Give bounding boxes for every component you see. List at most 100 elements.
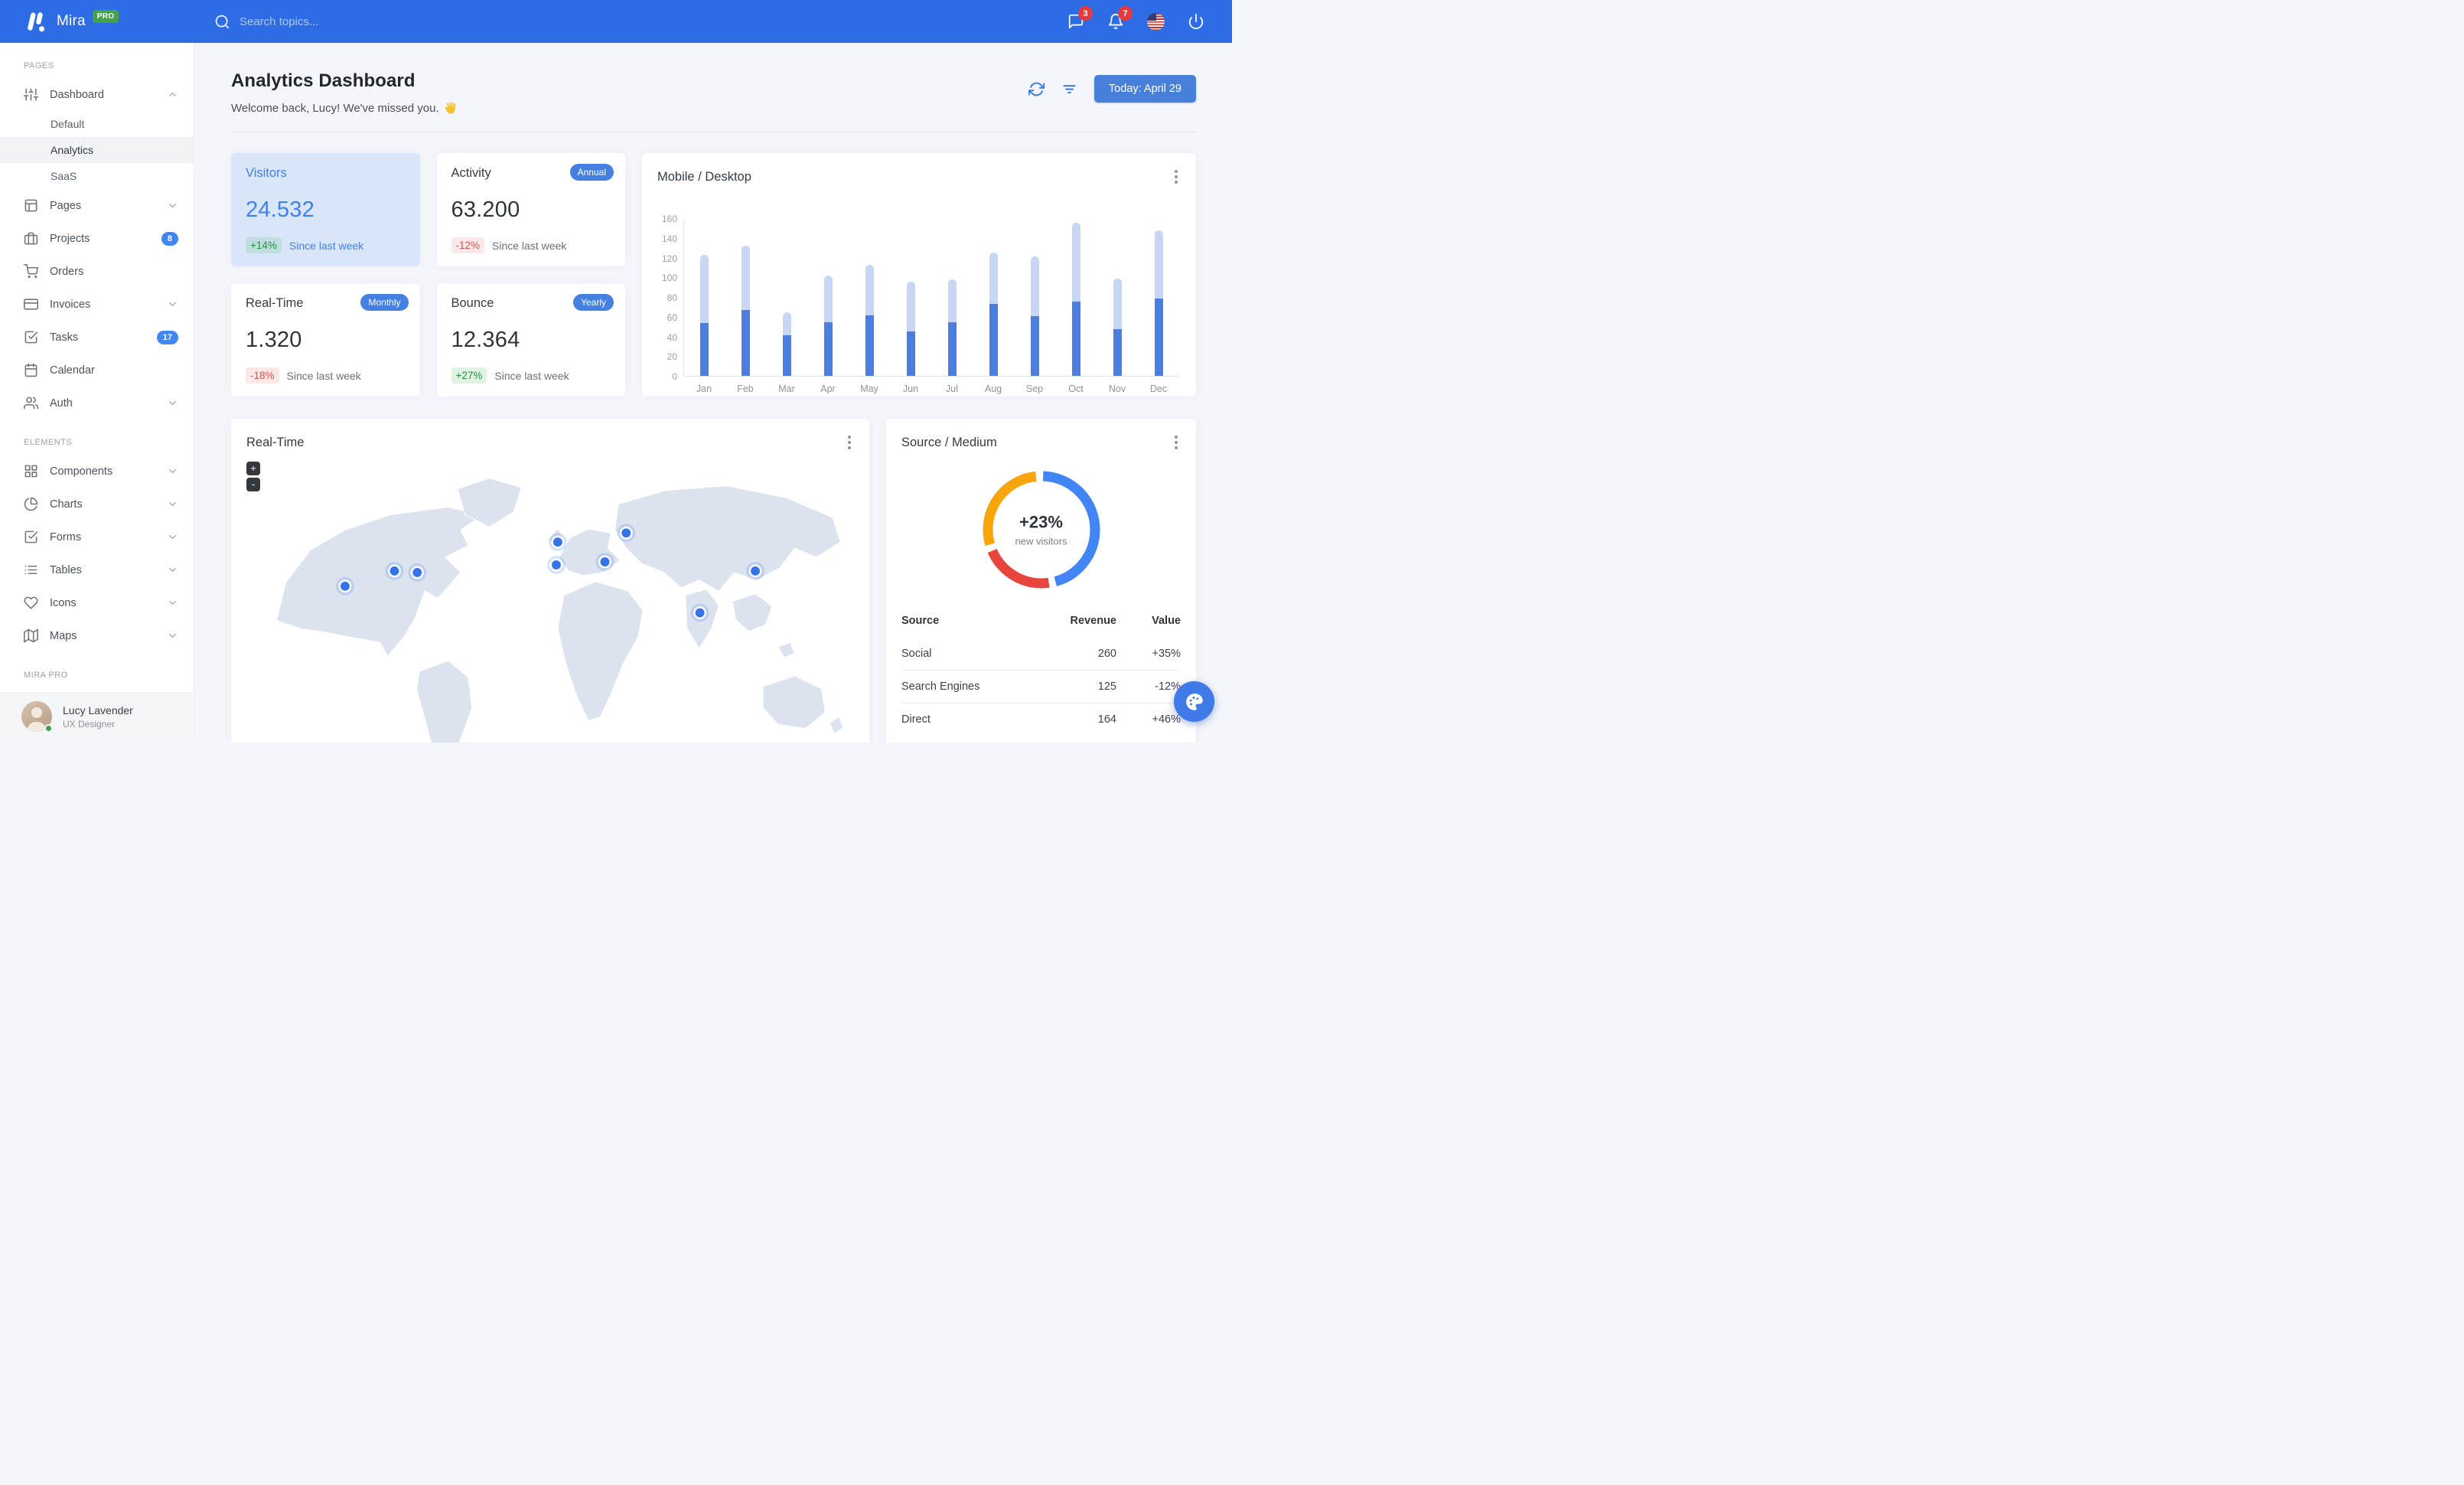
stat-note: Since last week [494,369,569,382]
source-value: +35% [1152,648,1181,660]
check-square-icon [24,330,38,344]
sidebar-subitem-default[interactable]: Default [0,111,194,137]
map-zoom-in-button[interactable]: + [246,462,260,475]
sidebar-item-tasks[interactable]: Tasks 17 [0,321,194,354]
power-icon [1188,13,1204,30]
bar-mar[interactable] [767,219,808,376]
refresh-button[interactable] [1028,81,1045,97]
theme-settings-fab[interactable] [1174,681,1214,722]
sidebar-subitem-saas[interactable]: SaaS [0,163,194,189]
bar-feb[interactable] [725,219,767,376]
bar-jul[interactable] [932,219,973,376]
world-map[interactable]: + - [231,457,869,742]
briefcase-icon [24,231,38,246]
y-tick: 40 [667,331,677,343]
bar-desktop-segment [1154,298,1163,376]
bar-desktop-segment [783,335,792,376]
x-tick: Feb [737,383,754,394]
map-zoom-out-button[interactable]: - [246,478,260,491]
pro-badge: PRO [92,9,119,23]
stat-period-badge[interactable]: Yearly [573,294,614,311]
source-menu-button[interactable] [1170,432,1182,452]
map-marker[interactable] [617,524,636,543]
bar-jan[interactable] [684,219,725,376]
sidebar-section-label-pages: PAGES [24,61,54,70]
sidebar-item-icons[interactable]: Icons [0,586,194,619]
sidebar-item-maps[interactable]: Maps [0,619,194,652]
chevron-down-icon [167,498,178,510]
bar-jun[interactable] [891,219,932,376]
bar-sep[interactable] [1014,219,1055,376]
map-marker[interactable] [549,533,567,552]
sidebar-item-orders[interactable]: Orders [0,255,194,288]
map-marker[interactable] [746,562,764,580]
refresh-icon [1028,82,1045,96]
sidebar-user-card[interactable]: Lucy Lavender UX Designer [0,693,194,742]
source-medium-card: Source / Medium +23% new visitors Source… [886,419,1196,742]
bar-dec[interactable] [1138,219,1179,376]
map-marker[interactable] [408,563,427,582]
bar-aug[interactable] [973,219,1014,376]
x-tick: Nov [1108,383,1126,394]
sidebar-item-calendar[interactable]: Calendar [0,354,194,387]
map-marker[interactable] [595,553,614,571]
sidebar-subitem-analytics[interactable]: Analytics [0,137,194,163]
map-marker[interactable] [336,576,354,596]
sidebar-item-dashboard[interactable]: Dashboard [0,78,194,111]
map-marker[interactable] [385,562,404,580]
chevron-down-icon [167,397,178,409]
y-tick: 20 [667,351,677,363]
bar-nov[interactable] [1097,219,1138,376]
mobile-desktop-chart-card: Mobile / Desktop 0 20 40 60 80 100 120 140 160 [642,153,1196,397]
credit-card-icon [24,297,38,312]
map-marker[interactable] [547,556,565,574]
stat-value: 1.320 [246,328,302,352]
notifications-count-badge: 7 [1118,6,1133,21]
language-button[interactable] [1147,12,1165,31]
bar-apr[interactable] [808,219,849,376]
x-tick: Aug [984,383,1002,394]
source-row-social: Social 260 +35% [901,638,1181,671]
chevron-down-icon [167,299,178,310]
date-range-button[interactable]: Today: April 29 [1093,75,1196,103]
sidebar-item-tables[interactable]: Tables [0,553,194,586]
chevron-down-icon [167,597,178,609]
sidebar-item-auth[interactable]: Auth [0,387,194,419]
bar-oct[interactable] [1055,219,1097,376]
stat-period-badge[interactable]: Annual [569,164,614,181]
mira-logo-icon [24,11,47,32]
stat-card-bounce: Bounce Yearly 12.364 +27% Since last week [436,283,625,397]
sidebar-item-charts[interactable]: Charts [0,488,194,521]
bar-desktop-segment [989,304,998,376]
sidebar-item-projects[interactable]: Projects 8 [0,222,194,255]
chart-card-title: Mobile / Desktop [657,169,751,184]
search-input[interactable] [240,15,438,28]
filter-button[interactable] [1061,81,1077,97]
logout-button[interactable] [1188,13,1204,30]
source-donut-chart: +23% new visitors [886,465,1196,595]
global-search[interactable] [214,14,1067,30]
sidebar-item-invoices[interactable]: Invoices [0,288,194,321]
avatar [21,701,53,733]
main-content: Analytics Dashboard Welcome back, Lucy! … [194,43,1232,742]
stat-change-badge: +27% [451,367,487,383]
bar-may[interactable] [849,219,891,376]
brand[interactable]: Mira PRO [0,9,194,32]
palette-icon [1185,693,1203,710]
waving-hand-icon [444,101,458,115]
chart-plot-area [683,219,1179,377]
sidebar-item-pages[interactable]: Pages [0,189,194,222]
sidebar-item-forms[interactable]: Forms [0,521,194,553]
map-marker[interactable] [690,603,709,622]
users-icon [24,396,38,410]
filter-icon [1063,84,1076,93]
calendar-icon [24,363,38,377]
notifications-button[interactable]: 7 [1107,6,1133,30]
stat-period-badge[interactable]: Monthly [360,294,409,311]
chart-menu-button[interactable] [1170,167,1182,187]
map-menu-button[interactable] [843,432,856,452]
sidebar-item-components[interactable]: Components [0,455,194,488]
user-role: UX Designer [63,718,116,729]
user-name: Lucy Lavender [63,703,133,716]
messages-button[interactable]: 3 [1067,6,1093,30]
